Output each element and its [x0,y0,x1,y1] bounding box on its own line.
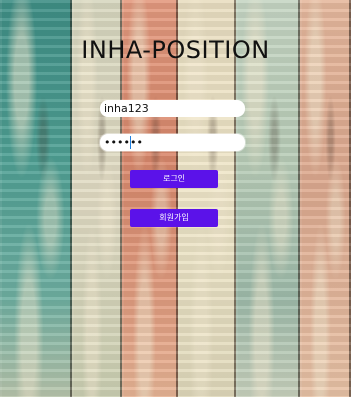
text-cursor [130,136,131,149]
username-input[interactable] [100,100,245,117]
login-screen: INHA-POSITION 로그인 회원가입 [0,0,351,397]
signup-button[interactable]: 회원가입 [130,209,218,227]
password-input[interactable] [100,134,245,151]
login-button[interactable]: 로그인 [130,170,218,188]
app-title: INHA-POSITION [81,36,270,64]
